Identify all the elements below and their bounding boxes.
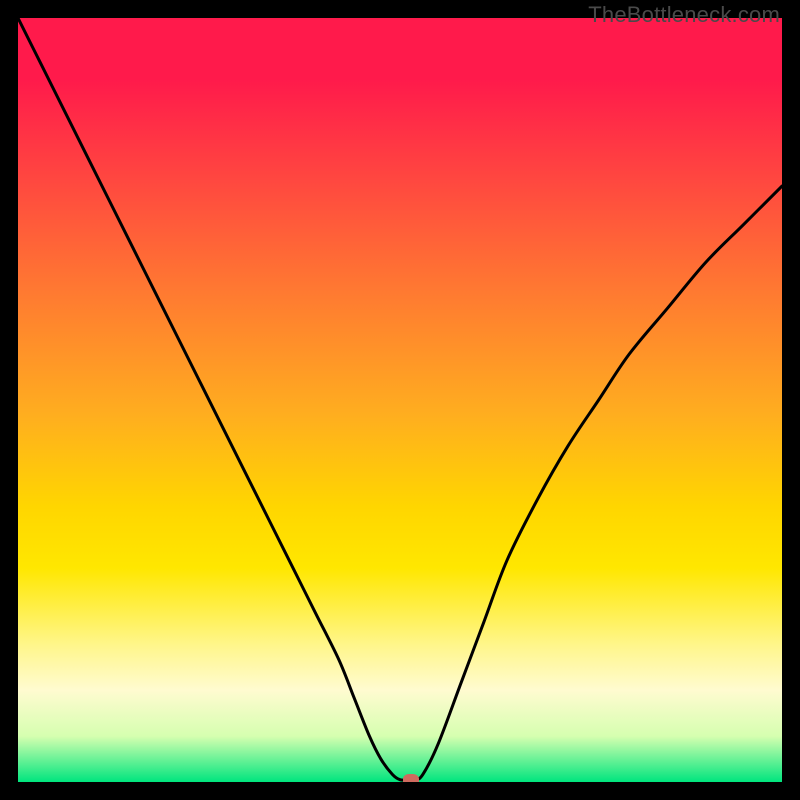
optimal-point-marker — [403, 774, 419, 782]
watermark-label: TheBottleneck.com — [588, 2, 780, 28]
plot-area — [18, 18, 782, 782]
bottleneck-curve — [18, 18, 782, 780]
curve-svg — [18, 18, 782, 782]
chart-frame: TheBottleneck.com — [0, 0, 800, 800]
